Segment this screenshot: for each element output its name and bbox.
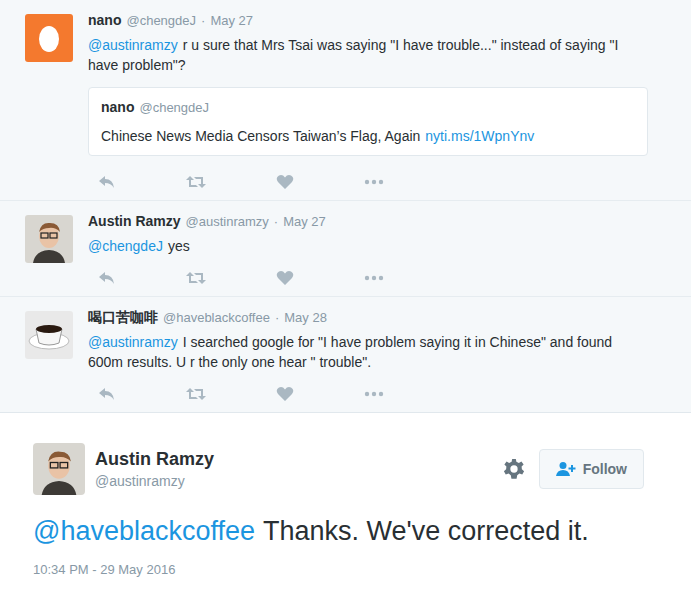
separator: ·: [201, 11, 205, 31]
quote-text: Chinese News Media Censors Taiwan’s Flag…: [101, 126, 635, 146]
person-icon: [25, 215, 73, 263]
tweet-date[interactable]: May 28: [284, 308, 327, 328]
heart-icon[interactable]: [276, 270, 294, 286]
separator: ·: [275, 308, 279, 328]
tweet-text: @austinramzyr u sure that Mrs Tsai was s…: [88, 35, 648, 75]
quote-link[interactable]: nyti.ms/1WpnYnv: [425, 128, 534, 144]
person-icon: [33, 443, 85, 495]
user-handle[interactable]: @chengdeJ: [126, 11, 196, 31]
quoted-tweet[interactable]: nano@chengdeJ Chinese News Media Censors …: [88, 87, 648, 156]
user-handle[interactable]: @haveblackcoffee: [163, 308, 270, 328]
action-bar: [88, 384, 648, 404]
gear-icon[interactable]: [503, 458, 525, 480]
tweet-date[interactable]: May 27: [210, 11, 253, 31]
tweet-header: 喝口苦咖啡@haveblackcoffee·May 28: [88, 307, 648, 328]
avatar[interactable]: [25, 311, 73, 359]
tweet-time[interactable]: 10:34 PM - 29 May 2016: [33, 561, 644, 579]
reply-tweet[interactable]: 喝口苦咖啡@haveblackcoffee·May 28 @austinramzy…: [0, 297, 691, 412]
user-name[interactable]: Austin Ramzy: [95, 447, 503, 471]
avatar[interactable]: [25, 14, 73, 62]
follow-person-icon: [556, 461, 576, 477]
more-icon[interactable]: [364, 270, 384, 286]
quote-user-name: nano: [101, 97, 134, 117]
reply-icon[interactable]: [98, 174, 116, 190]
reply-tweet[interactable]: Austin Ramzy@austinramzy·May 27 @chengdeJ…: [0, 201, 691, 297]
more-icon[interactable]: [364, 174, 384, 190]
mention-link[interactable]: @chengdeJ: [88, 238, 163, 254]
tweet-header: Austin Ramzy@austinramzy·May 27: [88, 211, 648, 232]
user-handle[interactable]: @austinramzy: [186, 212, 269, 232]
tweet-text: @haveblackcoffeeThanks. We've corrected …: [33, 515, 644, 547]
reply-tweet[interactable]: nano@chengdeJ·May 27@austinramzyr u sure…: [0, 0, 691, 201]
avatar[interactable]: [33, 443, 85, 495]
retweet-icon[interactable]: [186, 174, 206, 190]
action-bar: [88, 268, 648, 288]
separator: ·: [274, 212, 278, 232]
mention-link[interactable]: @austinramzy: [88, 37, 178, 53]
tweet-text: @chengdeJyes: [88, 236, 648, 256]
quote-user-handle: @chengdeJ: [139, 98, 209, 118]
action-bar: [88, 172, 648, 192]
tweet-date[interactable]: May 27: [283, 212, 326, 232]
heart-icon[interactable]: [276, 386, 294, 402]
coffee-icon: [25, 311, 73, 359]
tweet-page: nano@chengdeJ·May 27@austinramzyr u sure…: [0, 0, 691, 600]
follow-button[interactable]: Follow: [539, 449, 644, 489]
user-name[interactable]: Austin Ramzy: [88, 211, 181, 231]
reply-list: nano@chengdeJ·May 27@austinramzyr u sure…: [0, 0, 691, 413]
egg-icon: [25, 14, 73, 62]
mention-link[interactable]: @haveblackcoffee: [33, 516, 255, 546]
user-name[interactable]: nano: [88, 10, 121, 30]
tweet-text: @austinramzyI searched google for "I hav…: [88, 332, 648, 372]
more-icon[interactable]: [364, 386, 384, 402]
main-tweet: Austin Ramzy@austinramzy Follow @haveblack…: [0, 413, 691, 595]
mention-link[interactable]: @austinramzy: [88, 334, 178, 350]
heart-icon[interactable]: [276, 174, 294, 190]
reply-icon[interactable]: [98, 270, 116, 286]
tweet-header: nano@chengdeJ·May 27: [88, 10, 648, 31]
user-handle[interactable]: @austinramzy: [95, 471, 503, 491]
retweet-icon[interactable]: [186, 270, 206, 286]
reply-icon[interactable]: [98, 386, 116, 402]
avatar[interactable]: [25, 215, 73, 263]
retweet-icon[interactable]: [186, 386, 206, 402]
user-name[interactable]: 喝口苦咖啡: [88, 307, 158, 327]
